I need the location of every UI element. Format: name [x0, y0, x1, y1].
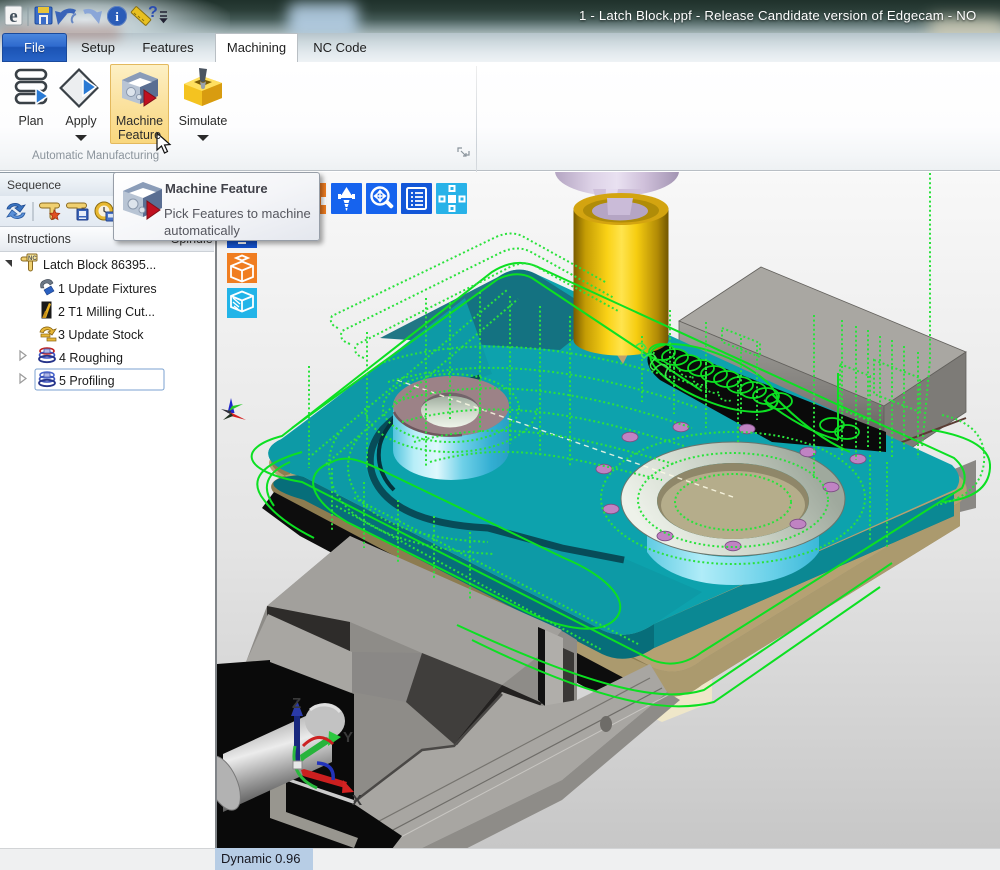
- svg-text:5 Profiling: 5 Profiling: [59, 374, 115, 388]
- svg-text:2 T1 Milling Cut...: 2 T1 Milling Cut...: [58, 305, 155, 319]
- svg-text:1 Update Fixtures: 1 Update Fixtures: [58, 282, 157, 296]
- svg-text:4 Roughing: 4 Roughing: [59, 351, 123, 365]
- svg-text:Y: Y: [343, 729, 353, 746]
- svg-text:Latch Block 86395...: Latch Block 86395...: [43, 258, 156, 272]
- svg-text:3 Update Stock: 3 Update Stock: [58, 328, 144, 342]
- svg-text:NC: NC: [28, 256, 37, 262]
- svg-text:e: e: [9, 6, 17, 27]
- svg-text:Z: Z: [292, 695, 301, 712]
- svg-text:i: i: [115, 9, 119, 24]
- svg-text:X: X: [352, 792, 362, 809]
- svg-text:?: ?: [148, 4, 158, 21]
